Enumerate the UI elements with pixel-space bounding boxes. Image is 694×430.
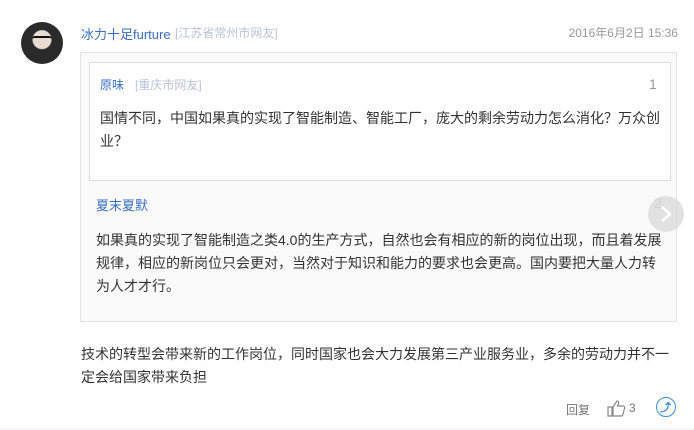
avatar-glasses [32,36,52,44]
share-icon[interactable]: ⤴ [656,397,676,417]
comment-username[interactable]: 冰力十足furture [81,24,171,43]
comment-time: 2016年6月2日 15:36 [568,26,678,40]
comment-location: [江苏省常州市网友] [175,26,278,40]
chevron-right-icon [661,206,672,222]
quote-outer-username[interactable]: 夏末夏默 [96,195,148,214]
comment-text: 技术的转型会带来新的工作岗位，同时国家也会大力发展第三产业服务业，多余的劳动力并… [81,346,669,385]
quote-inner-text: 国情不同，中国如果真的实现了智能制造、智能工厂，庞大的剩余劳动力怎么消化？万众创… [100,110,660,149]
avatar[interactable] [21,22,63,64]
quote-inner-username[interactable]: 原味 [100,76,124,93]
quote-inner-floor: 1 [649,76,657,92]
like-count: 3 [629,401,636,415]
thumbs-up-icon[interactable] [606,399,630,417]
quote-inner-location: [重庆市网友] [135,78,202,92]
divider [0,428,694,429]
share-glyph: ⤴ [660,402,671,414]
reply-button[interactable]: 回复 [566,401,590,418]
quote-outer-text: 如果真的实现了智能制造之类4.0的生产方式，自然也会有相应的新的岗位出现，而且着… [96,232,662,294]
next-button[interactable] [648,196,684,232]
